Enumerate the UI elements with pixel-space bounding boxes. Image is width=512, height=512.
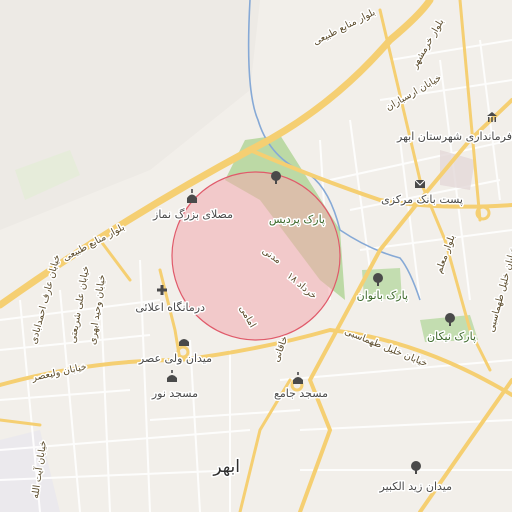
place-label-noor-mosque: مسجد نور	[151, 387, 198, 400]
place-label-mosalla: مصلای بزرگ نماز	[152, 208, 233, 221]
city-label: ابهر	[212, 457, 240, 477]
place-label-zeyd-square: میدان زید الکبیر	[379, 480, 453, 493]
place-label-post-bank: پست بانک مرکزی	[381, 193, 463, 206]
envelope-icon[interactable]	[414, 179, 426, 188]
place-label-nikan-park: پارک نیکان	[427, 330, 476, 343]
place-label-jame-mosque: مسجد جامع	[274, 387, 328, 400]
place-label-vali-asr-square: میدان ولی عصر	[138, 352, 212, 365]
map-canvas[interactable]: بلوار منابع طبیعی بلوار منابع طبیعی بلوا…	[0, 0, 512, 512]
place-label-banovan-park: پارک بانوان	[357, 289, 408, 302]
place-label-pardis-park: پارک پردیس	[269, 213, 325, 226]
place-label-dermangah: درمانگاه اعلائی	[135, 301, 205, 314]
highlight-circle	[171, 171, 341, 341]
place-label-governorate: فرمانداری شهرستان ابهر	[396, 130, 512, 143]
